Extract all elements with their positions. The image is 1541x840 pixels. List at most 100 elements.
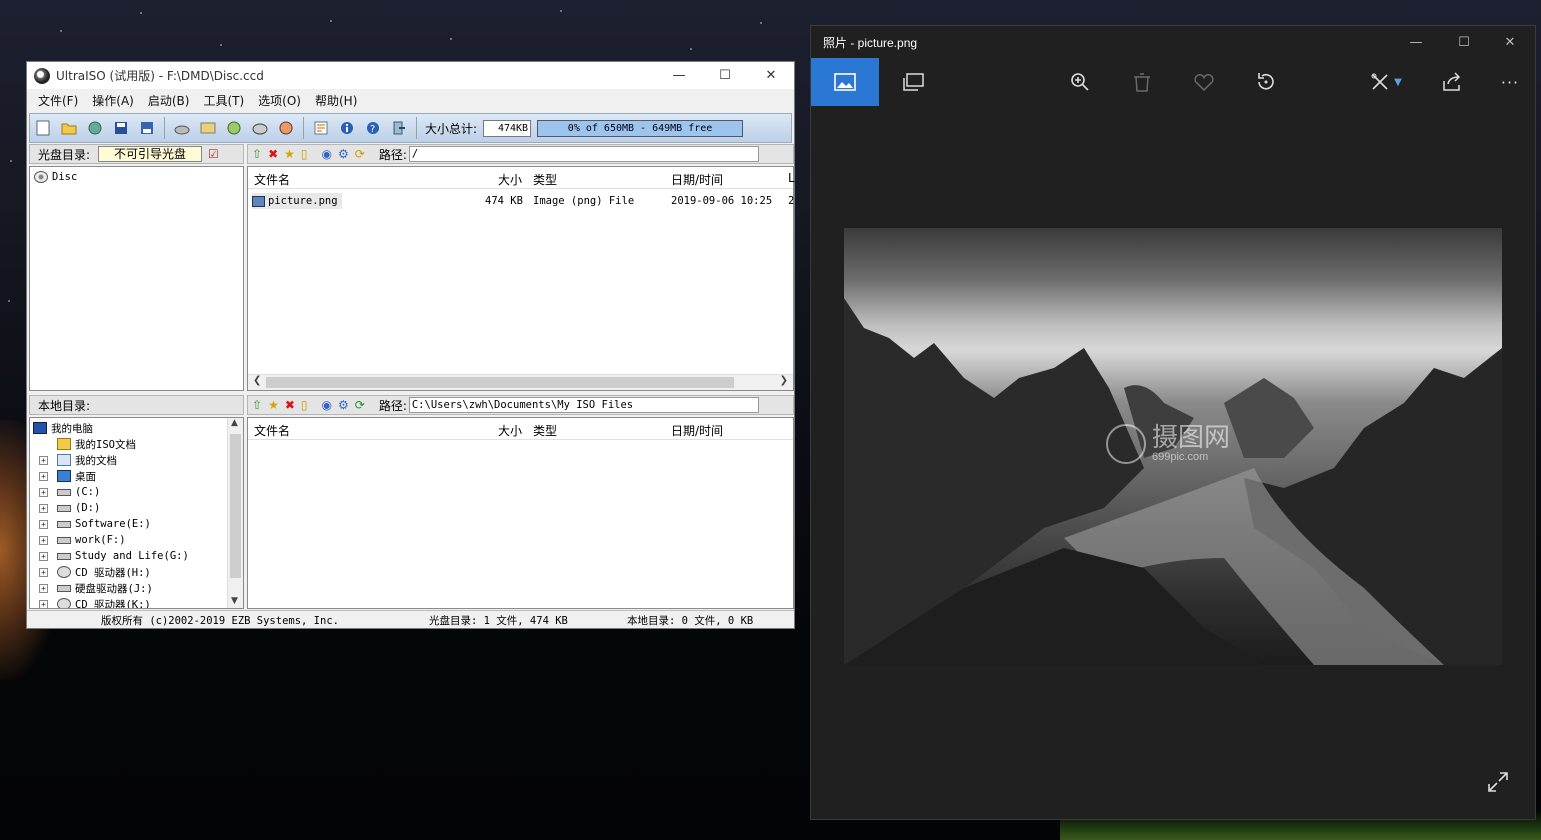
col-type[interactable]: 类型 bbox=[533, 422, 557, 439]
col-date[interactable]: 日期/时间 bbox=[671, 171, 723, 188]
more-button[interactable]: ··· bbox=[1487, 58, 1533, 106]
rotate-button[interactable] bbox=[1243, 58, 1289, 106]
tree-item-drive-g[interactable]: + Study and Life(G:) bbox=[33, 548, 243, 564]
menu-file[interactable]: 文件(F) bbox=[31, 92, 85, 109]
tree-item-drive-k[interactable]: + CD 驱动器(K:) bbox=[33, 596, 243, 608]
burn-icon[interactable] bbox=[249, 117, 271, 139]
slideshow-button[interactable] bbox=[891, 58, 937, 106]
chevron-down-icon: ▼ bbox=[1394, 76, 1402, 88]
scroll-left-icon[interactable]: ❮ bbox=[253, 375, 261, 386]
settings-icon[interactable]: ⚙ bbox=[338, 147, 349, 161]
tree-item-drive-f[interactable]: + work(F:) bbox=[33, 532, 243, 548]
vertical-scrollbar[interactable]: ▲ ▼ bbox=[227, 418, 243, 608]
local-settings-icon[interactable]: ⚙ bbox=[338, 398, 349, 412]
local-path-field[interactable]: C:\Users\zwh\Documents\My ISO Files bbox=[408, 397, 759, 413]
favorite-button[interactable] bbox=[1181, 58, 1227, 106]
scrollbar-thumb[interactable] bbox=[230, 434, 241, 578]
menu-bootable[interactable]: 启动(B) bbox=[141, 92, 197, 109]
share-button[interactable] bbox=[1429, 58, 1475, 106]
tree-item-drive-c[interactable]: + (C:) bbox=[33, 484, 243, 500]
expand-icon[interactable]: + bbox=[39, 535, 48, 545]
scroll-right-icon[interactable]: ❯ bbox=[780, 375, 788, 386]
zoom-in-button[interactable] bbox=[1057, 58, 1103, 106]
local-new-folder-icon[interactable]: ★ bbox=[268, 398, 279, 412]
expand-icon[interactable]: + bbox=[39, 471, 48, 481]
horizontal-scrollbar[interactable]: ❮ ❯ bbox=[248, 374, 793, 390]
menu-help[interactable]: 帮助(H) bbox=[308, 92, 364, 109]
expand-icon[interactable]: + bbox=[39, 599, 48, 608]
minimize-button[interactable]: — bbox=[656, 62, 702, 89]
capacity-bar[interactable]: 0% of 650MB - 649MB free bbox=[537, 119, 744, 137]
tree-item-drive-d[interactable]: + (D:) bbox=[33, 500, 243, 516]
col-type[interactable]: 类型 bbox=[533, 171, 557, 188]
col-date[interactable]: 日期/时间 bbox=[671, 422, 723, 439]
boot-state-field[interactable]: 不可引导光盘 bbox=[98, 146, 203, 162]
photos-maximize-button[interactable]: ☐ bbox=[1441, 26, 1487, 58]
disc-tree-root[interactable]: Disc bbox=[34, 169, 243, 185]
col-extra[interactable]: L bbox=[788, 171, 795, 185]
expand-icon[interactable]: + bbox=[39, 487, 48, 497]
scrollbar-thumb[interactable] bbox=[266, 377, 734, 388]
tree-item-desktop[interactable]: + 桌面 bbox=[33, 468, 243, 484]
tree-item-documents[interactable]: + 我的文档 bbox=[33, 452, 243, 468]
photos-close-button[interactable]: ✕ bbox=[1487, 26, 1533, 58]
boot-file-icon[interactable]: ☑ bbox=[208, 147, 219, 161]
local-delete-icon[interactable]: ✖ bbox=[285, 398, 295, 412]
expand-icon[interactable]: + bbox=[39, 519, 48, 529]
tree-item-drive-e[interactable]: + Software(E:) bbox=[33, 516, 243, 532]
expand-icon[interactable]: + bbox=[39, 551, 48, 561]
new-folder-icon[interactable]: ★ bbox=[284, 147, 295, 161]
properties-icon[interactable] bbox=[310, 117, 332, 139]
expand-icon[interactable]: + bbox=[39, 503, 48, 513]
info-icon[interactable] bbox=[336, 117, 358, 139]
make-cd-image-icon[interactable] bbox=[171, 117, 193, 139]
open-icon[interactable] bbox=[58, 117, 80, 139]
close-button[interactable]: ✕ bbox=[748, 62, 794, 89]
tree-item-my-computer[interactable]: 我的电脑 bbox=[33, 420, 243, 436]
see-all-photos-button[interactable] bbox=[811, 58, 879, 106]
local-dir-header: 本地目录: bbox=[29, 395, 244, 415]
extract-icon[interactable] bbox=[84, 117, 106, 139]
menu-options[interactable]: 选项(O) bbox=[251, 92, 308, 109]
menu-actions[interactable]: 操作(A) bbox=[85, 92, 141, 109]
local-web-icon[interactable]: ◉ bbox=[322, 398, 332, 412]
folder-icon[interactable]: ▯ bbox=[301, 147, 308, 161]
expand-icon[interactable]: + bbox=[39, 583, 48, 593]
virtual-drive-icon[interactable] bbox=[275, 117, 297, 139]
local-folder-icon[interactable]: ▯ bbox=[301, 398, 308, 412]
photo-image[interactable]: 摄图网 699pic.com bbox=[844, 228, 1502, 665]
help-icon[interactable]: ? bbox=[362, 117, 384, 139]
exit-icon[interactable] bbox=[388, 117, 410, 139]
save-icon[interactable] bbox=[110, 117, 132, 139]
up-icon[interactable]: ⇧ bbox=[252, 147, 262, 161]
disc-path-field[interactable]: / bbox=[408, 146, 759, 162]
local-up-icon[interactable]: ⇧ bbox=[252, 398, 262, 412]
delete-icon[interactable]: ✖ bbox=[268, 147, 278, 161]
table-row[interactable]: picture.png 474 KB Image (png) File 2019… bbox=[248, 193, 794, 209]
maximize-button[interactable]: ☐ bbox=[702, 62, 748, 89]
scroll-down-icon[interactable]: ▼ bbox=[231, 596, 238, 606]
compress-icon[interactable] bbox=[197, 117, 219, 139]
menu-tools[interactable]: 工具(T) bbox=[196, 92, 251, 109]
photos-minimize-button[interactable]: — bbox=[1393, 26, 1439, 58]
col-filename[interactable]: 文件名 bbox=[254, 171, 290, 188]
edit-create-button[interactable]: ▼ bbox=[1359, 58, 1413, 106]
tree-item-iso-docs[interactable]: 我的ISO文档 bbox=[33, 436, 243, 452]
fullscreen-button[interactable] bbox=[1487, 771, 1509, 799]
delete-button[interactable] bbox=[1119, 58, 1165, 106]
refresh-icon[interactable]: ⟳ bbox=[355, 147, 365, 161]
col-filename[interactable]: 文件名 bbox=[254, 422, 290, 439]
scroll-up-icon[interactable]: ▲ bbox=[231, 418, 238, 428]
expand-icon[interactable]: + bbox=[39, 567, 48, 577]
col-size[interactable]: 大小 bbox=[498, 171, 522, 188]
tree-item-drive-j[interactable]: + 硬盘驱动器(J:) bbox=[33, 580, 243, 596]
edit-icon bbox=[1371, 73, 1388, 90]
save-as-icon[interactable] bbox=[136, 117, 158, 139]
local-refresh-icon[interactable]: ⟳ bbox=[355, 398, 365, 412]
mount-icon[interactable] bbox=[223, 117, 245, 139]
new-icon[interactable] bbox=[32, 117, 54, 139]
col-size[interactable]: 大小 bbox=[498, 422, 522, 439]
expand-icon[interactable]: + bbox=[39, 455, 48, 465]
web-icon[interactable]: ◉ bbox=[322, 147, 332, 161]
tree-item-drive-h[interactable]: + CD 驱动器(H:) bbox=[33, 564, 243, 580]
